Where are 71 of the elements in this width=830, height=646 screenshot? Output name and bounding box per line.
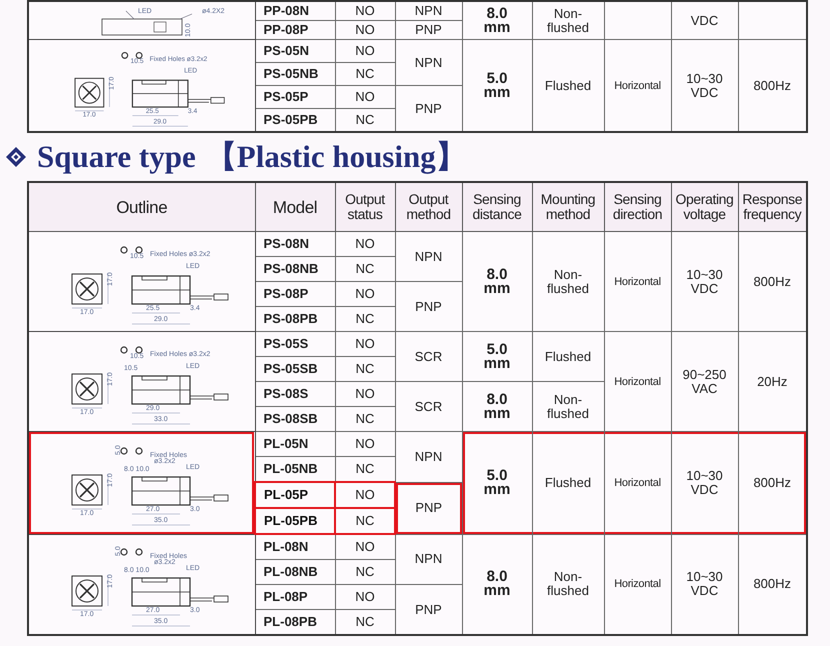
model-cell: PS-08P (255, 282, 335, 306)
model-cell: PS-08SB (255, 406, 335, 432)
column-header: Mounting method (532, 182, 604, 232)
spec-cell: 10~30 VDC (671, 232, 738, 332)
model-cell: PL-05N (255, 432, 335, 456)
model-cell: PS-05SB (255, 356, 335, 382)
column-header: Outline (28, 182, 255, 232)
model-cell: PS-08PB (255, 306, 335, 332)
column-header: Model (255, 182, 335, 232)
model-cell: PS-05N (255, 40, 335, 62)
method-cell: NPN (395, 432, 462, 482)
spec-cell: 8.0 mm (462, 232, 532, 332)
spec-cell: Non- flushed (532, 232, 604, 332)
column-header: Output method (395, 182, 462, 232)
method-cell: SCR (395, 382, 462, 432)
spec-cell: VDC (671, 1, 738, 40)
model-cell: PL-05PB (255, 508, 335, 534)
status-cell: NO (335, 282, 395, 306)
method-cell: NPN (395, 40, 462, 86)
section-subtitle: 【Plastic housing】 (206, 138, 467, 176)
status-cell: NO (335, 1, 395, 20)
model-cell: PS-08N (255, 232, 335, 256)
status-cell: NO (335, 232, 395, 256)
model-cell: PL-08N (255, 534, 335, 560)
method-cell: NPN (395, 232, 462, 282)
diamond-bullet-icon (5, 146, 27, 168)
spec-cell: Horizontal (604, 432, 671, 534)
spec-cell: Non- flushed (532, 1, 604, 40)
model-cell: PL-05P (255, 482, 335, 508)
spec-cell: 90~250 VAC (671, 332, 738, 432)
spec-cell: 8.0 mm (462, 1, 532, 40)
spec-cell: Flushed (532, 432, 604, 534)
status-cell: NO (335, 86, 395, 108)
column-header: Response frequency (738, 182, 807, 232)
status-cell: NO (335, 40, 395, 62)
status-cell: NO (335, 332, 395, 356)
method-cell: PNP (395, 482, 462, 534)
model-cell: PP-08P (255, 20, 335, 40)
model-cell: PS-08NB (255, 256, 335, 282)
status-cell: NO (335, 482, 395, 508)
status-cell: NO (335, 584, 395, 610)
status-cell: NO (335, 382, 395, 406)
section-title: Square type (37, 139, 196, 175)
method-cell: NPN (395, 1, 462, 20)
column-header: Sensing direction (604, 182, 671, 232)
status-cell: NO (335, 534, 395, 560)
spec-cell: 5.0 mm (462, 432, 532, 534)
spec-cell: 800Hz (738, 432, 807, 534)
spec-cell: 8.0 mm (462, 382, 532, 432)
model-cell: PP-08N (255, 1, 335, 20)
spec-cell: Horizontal (604, 332, 671, 432)
column-header: Output status (335, 182, 395, 232)
column-header: Operating voltage (671, 182, 738, 232)
column-header: Sensing distance (462, 182, 532, 232)
spec-cell: 5.0 mm (462, 332, 532, 382)
model-cell: PL-08NB (255, 560, 335, 584)
status-cell: NO (335, 432, 395, 456)
model-cell: PL-08P (255, 584, 335, 610)
model-cell: PS-05S (255, 332, 335, 356)
spec-cell: 8.0 mm (462, 534, 532, 635)
model-cell: PS-05P (255, 86, 335, 108)
spec-cell: 10~30 VDC (671, 432, 738, 534)
status-cell: NC (335, 508, 395, 534)
method-cell: SCR (395, 332, 462, 382)
spec-cell: Horizontal (604, 232, 671, 332)
model-cell: PS-05NB (255, 62, 335, 86)
model-cell: PS-08S (255, 382, 335, 406)
spec-cell: Flushed (532, 332, 604, 382)
method-cell: NPN (395, 534, 462, 584)
status-cell: NO (335, 20, 395, 40)
spec-cell: 5.0 mm (462, 40, 532, 132)
